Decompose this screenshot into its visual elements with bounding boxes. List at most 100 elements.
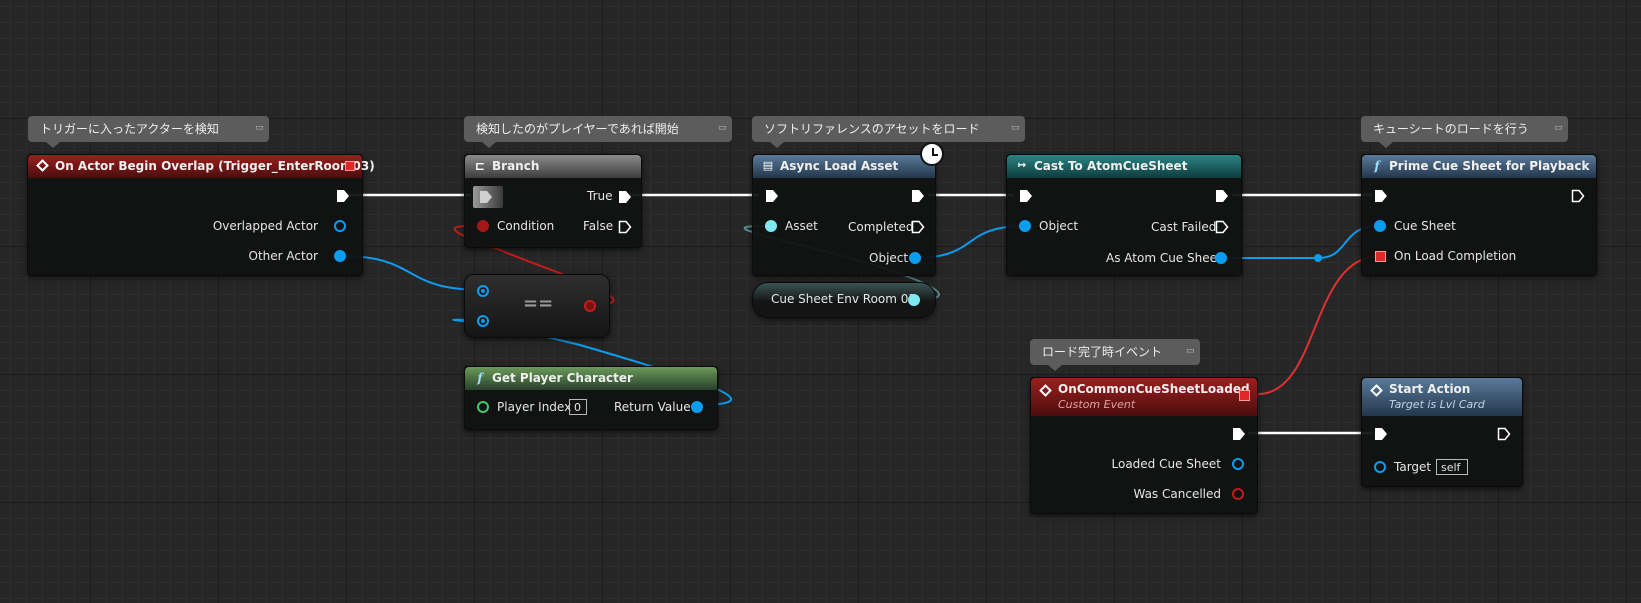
pin-label: Completed xyxy=(848,220,914,234)
pin-label: Overlapped Actor xyxy=(212,219,318,233)
comment-grip-icon[interactable]: ▭ xyxy=(255,122,265,134)
pin-label: Return Value xyxy=(614,400,691,414)
exec-cast-failed-pin[interactable] xyxy=(1215,220,1229,234)
comment-detect-player[interactable]: 検知したのがプレイヤーであれば開始 ▭ xyxy=(464,116,732,148)
function-icon: f xyxy=(1374,159,1380,173)
node-branch[interactable]: ⊏ Branch True Condition False xyxy=(464,154,642,248)
equals-a-pin[interactable] xyxy=(477,285,489,297)
function-icon: f xyxy=(477,371,483,385)
equals-operator: == xyxy=(523,293,554,314)
branch-icon: ⊏ xyxy=(474,159,486,173)
pin-label: Asset xyxy=(785,219,818,233)
exec-false-pin[interactable] xyxy=(618,220,632,234)
other-actor-pin[interactable] xyxy=(334,250,346,262)
pin-label: True xyxy=(587,189,613,203)
blueprint-graph-canvas[interactable]: トリガーに入ったアクターを検知 ▭ 検知したのがプレイヤーであれば開始 ▭ ソフトリ… xyxy=(0,0,1641,603)
event-diamond-icon xyxy=(1370,384,1383,397)
node-prime-cue-sheet[interactable]: f Prime Cue Sheet for Playback Cue Sheet… xyxy=(1361,154,1597,276)
exec-completed-pin[interactable] xyxy=(911,220,925,234)
exec-output-pin[interactable] xyxy=(1497,427,1511,441)
comment-trigger[interactable]: トリガーに入ったアクターを検知 ▭ xyxy=(28,116,269,148)
pin-label: False xyxy=(583,219,614,233)
node-header: ▤ Async Load Asset xyxy=(753,155,935,178)
node-header: ↦ Cast To AtomCueSheet xyxy=(1007,155,1241,178)
cast-icon: ↦ xyxy=(1017,160,1027,171)
object-output-pin[interactable] xyxy=(909,252,921,264)
exec-output-pin[interactable] xyxy=(1215,189,1229,203)
condition-pin[interactable] xyxy=(477,220,489,232)
node-get-player-character[interactable]: f Get Player Character Player Index 0 Re… xyxy=(464,366,718,430)
comment-grip-icon[interactable]: ▭ xyxy=(1186,345,1196,357)
comment-text: ロード完了時イベント xyxy=(1042,345,1163,359)
return-value-pin[interactable] xyxy=(691,401,703,413)
asset-pin[interactable] xyxy=(765,220,777,232)
pin-label: Other Actor xyxy=(248,249,318,263)
pin-label: Player Index xyxy=(497,400,572,414)
exec-output-pin[interactable] xyxy=(911,189,925,203)
exec-input-pin[interactable] xyxy=(1019,189,1033,203)
node-start-action[interactable]: Start Action Target is Lvl Card Target s… xyxy=(1361,377,1523,487)
comment-load-cue-sheet[interactable]: キューシートのロードを行う ▭ xyxy=(1361,116,1568,148)
exec-input-pin[interactable] xyxy=(1374,427,1388,441)
on-load-completion-pin[interactable] xyxy=(1375,251,1386,262)
delegate-output-pin[interactable] xyxy=(1239,390,1250,401)
comment-grip-icon[interactable]: ▭ xyxy=(718,122,728,134)
exec-output-pin[interactable] xyxy=(1232,427,1246,441)
player-index-pin[interactable] xyxy=(477,401,489,413)
node-equals[interactable]: == xyxy=(464,274,610,338)
async-icon: ▤ xyxy=(762,159,774,172)
node-begin-overlap[interactable]: On Actor Begin Overlap (Trigger_EnterRoo… xyxy=(27,154,375,276)
loaded-cue-sheet-pin[interactable] xyxy=(1232,458,1244,470)
object-input-pin[interactable] xyxy=(1019,220,1031,232)
pin-label: Loaded Cue Sheet xyxy=(1111,457,1221,471)
comment-load-soft-ref[interactable]: ソフトリファレンスのアセットをロード ▭ xyxy=(752,116,1025,148)
pin-label: Condition xyxy=(497,219,555,233)
pin-label: Object xyxy=(1039,219,1079,233)
equals-result-pin[interactable] xyxy=(584,300,596,312)
node-header: f Prime Cue Sheet for Playback xyxy=(1362,155,1596,178)
node-header: Start Action Target is Lvl Card xyxy=(1362,378,1522,416)
was-cancelled-pin[interactable] xyxy=(1232,488,1244,500)
pin-label: Target xyxy=(1394,460,1432,474)
overlapped-actor-pin[interactable] xyxy=(334,220,346,232)
node-title: Cast To AtomCueSheet xyxy=(1034,159,1188,173)
node-title: Start Action xyxy=(1389,382,1471,396)
pin-label: Cast Failed xyxy=(1151,220,1217,234)
delegate-output-pin[interactable] xyxy=(345,161,355,171)
exec-input-pin[interactable] xyxy=(1374,189,1388,203)
comment-grip-icon[interactable]: ▭ xyxy=(1554,122,1564,134)
exec-output-pin[interactable] xyxy=(1571,189,1585,203)
as-atom-pin[interactable] xyxy=(1215,252,1227,264)
node-async-load[interactable]: ▤ Async Load Asset Asset Completed Objec… xyxy=(752,154,936,276)
variable-label: Cue Sheet Env Room 03 xyxy=(771,292,917,306)
exec-input-pin[interactable] xyxy=(765,189,779,203)
cue-sheet-var-pin[interactable] xyxy=(908,294,920,306)
exec-output-pin[interactable] xyxy=(336,189,350,203)
node-header: f Get Player Character xyxy=(465,367,717,390)
comment-text: キューシートのロードを行う xyxy=(1373,122,1529,136)
comment-grip-icon[interactable]: ▭ xyxy=(1011,122,1021,134)
pin-label: On Load Completion xyxy=(1394,249,1517,263)
event-diamond-icon xyxy=(1039,384,1052,397)
latent-clock-icon xyxy=(920,142,944,166)
node-title: Prime Cue Sheet for Playback xyxy=(1389,159,1590,173)
pin-label: Was Cancelled xyxy=(1133,487,1221,501)
node-title: Branch xyxy=(492,159,540,173)
comment-text: ソフトリファレンスのアセットをロード xyxy=(764,122,980,136)
node-title: On Actor Begin Overlap (Trigger_EnterRoo… xyxy=(55,159,375,173)
equals-b-pin[interactable] xyxy=(477,315,489,327)
target-value-input[interactable]: self xyxy=(1436,459,1468,475)
target-pin[interactable] xyxy=(1374,461,1386,473)
comment-text: 検知したのがプレイヤーであれば開始 xyxy=(476,122,679,136)
node-custom-event[interactable]: OnCommonCueSheetLoaded Custom Event Load… xyxy=(1030,377,1258,514)
node-cast[interactable]: ↦ Cast To AtomCueSheet Object Cast Faile… xyxy=(1006,154,1242,276)
exec-true-pin[interactable] xyxy=(618,190,632,204)
node-cue-sheet-var[interactable]: Cue Sheet Env Room 03 xyxy=(752,282,936,318)
cue-sheet-pin[interactable] xyxy=(1374,220,1386,232)
node-title: Get Player Character xyxy=(492,371,633,385)
player-index-input[interactable]: 0 xyxy=(569,399,587,415)
node-header: On Actor Begin Overlap (Trigger_EnterRoo… xyxy=(28,155,375,178)
exec-input-pin[interactable] xyxy=(479,190,493,204)
comment-on-load-complete[interactable]: ロード完了時イベント ▭ xyxy=(1030,339,1200,371)
comment-text: トリガーに入ったアクターを検知 xyxy=(40,122,219,136)
